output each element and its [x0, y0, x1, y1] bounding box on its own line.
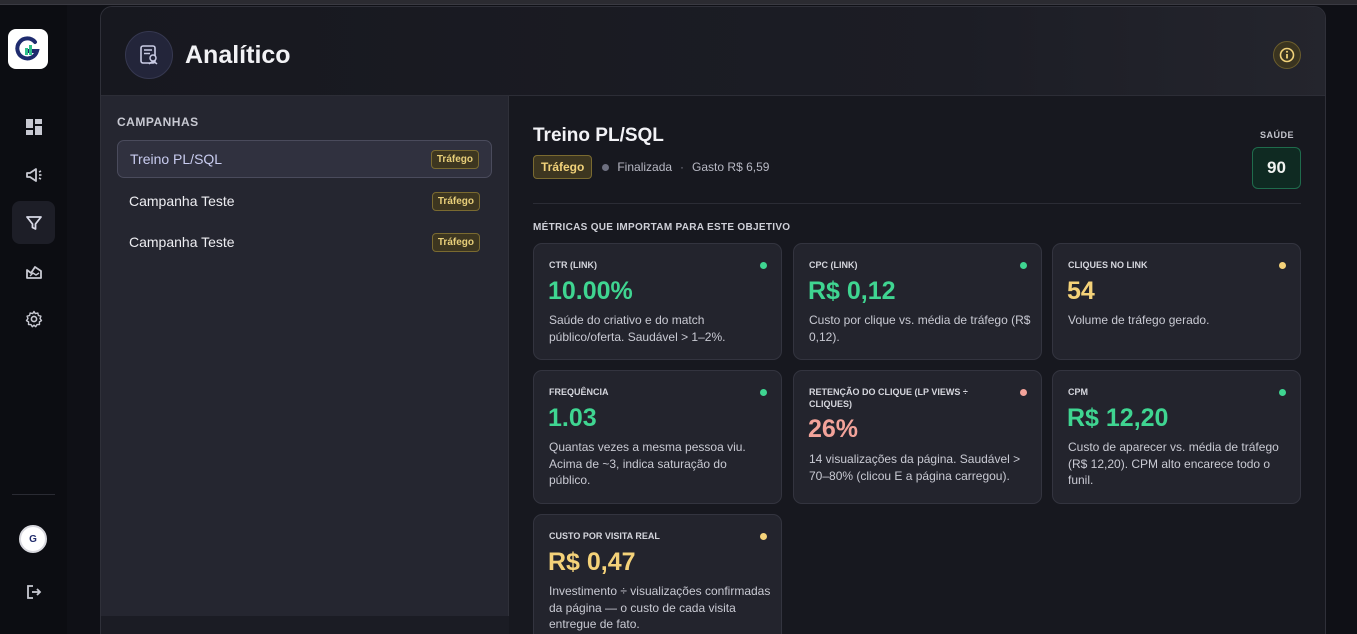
- health-score-badge: 90: [1252, 147, 1301, 189]
- campaign-name: Campanha Teste: [129, 234, 235, 250]
- status-indicator: [1279, 389, 1286, 396]
- dashboard-icon: [25, 118, 42, 135]
- campaign-type-badge: Tráfego: [431, 232, 480, 252]
- metric-description: Custo de aparecer vs. média de tráfego (…: [1068, 440, 1279, 487]
- campaign-item[interactable]: Treino PL/SQL Tráfego: [117, 140, 492, 178]
- nav-campaigns[interactable]: [12, 153, 55, 196]
- metrics-heading: MÉTRICAS QUE IMPORTAM PARA ESTE OBJETIVO: [533, 222, 791, 233]
- metric-card-cpc: CPC (LINK) R$ 0,12 Custo por clique vs. …: [793, 243, 1042, 360]
- sidebar-divider: [12, 494, 55, 495]
- metric-value: 26%: [808, 415, 859, 443]
- metric-value: R$ 0,47: [548, 548, 636, 576]
- metric-description: Quantas vezes a mesma pessoa viu. Acima …: [549, 440, 746, 487]
- campaign-spend: Gasto R$ 6,59: [692, 160, 770, 174]
- metric-card-frequency: FREQUÊNCIA 1.03 Quantas vezes a mesma pe…: [533, 370, 782, 504]
- meta-separator: ·: [680, 160, 685, 174]
- metric-description: 14 visualizações da página. Saudável > 7…: [809, 452, 1021, 483]
- avatar[interactable]: G: [19, 525, 47, 553]
- analytics-report-icon: [125, 31, 173, 79]
- metric-label: CTR (LINK): [549, 260, 597, 270]
- nav-dashboard[interactable]: [12, 105, 55, 148]
- sidebar: G: [0, 5, 67, 634]
- status-indicator: [1020, 262, 1027, 269]
- metric-value: R$ 12,20: [1067, 404, 1169, 432]
- campaign-title: Treino PL/SQL: [533, 125, 664, 146]
- nav-settings[interactable]: [12, 297, 55, 340]
- nav-funnel[interactable]: [12, 201, 55, 244]
- campaign-status: Finalizada: [617, 160, 673, 174]
- metric-label: CPC (LINK): [809, 260, 858, 270]
- metric-value: 10.00%: [548, 277, 633, 305]
- status-indicator: [1279, 262, 1286, 269]
- logout-button[interactable]: [12, 570, 55, 613]
- chart-area-icon: [25, 265, 42, 279]
- campaign-item[interactable]: Campanha Teste Tráfego: [117, 223, 492, 261]
- status-indicator: [760, 262, 767, 269]
- metric-value: R$ 0,12: [808, 277, 896, 305]
- metric-description: Volume de tráfego gerado.: [1068, 313, 1210, 327]
- campaign-list: CAMPANHAS Treino PL/SQL Tráfego Campanha…: [101, 96, 509, 616]
- metric-description: Custo por clique vs. média de tráfego (R…: [809, 313, 1031, 344]
- info-icon: [1279, 47, 1295, 63]
- campaign-list-footer: [101, 616, 509, 634]
- metric-card-clicks: CLIQUES NO LINK 54 Volume de tráfego ger…: [1052, 243, 1301, 360]
- gear-icon: [25, 310, 42, 327]
- status-indicator: [1020, 389, 1027, 396]
- campaign-meta: Tráfego Finalizada · Gasto R$ 6,59: [533, 155, 769, 179]
- campaign-name: Campanha Teste: [129, 193, 235, 209]
- nav-reports[interactable]: [12, 249, 55, 292]
- metric-card-ctr: CTR (LINK) 10.00% Saúde do criativo e do…: [533, 243, 782, 360]
- campaign-type-badge: Tráfego: [431, 191, 480, 211]
- metric-label: CPM: [1068, 387, 1088, 397]
- panel-header: Analítico: [101, 7, 1325, 96]
- analytics-panel: Analítico CAMPANHAS Treino PL/SQL Tráfeg…: [100, 6, 1326, 634]
- funnel-icon: [25, 215, 42, 230]
- page-title: Analítico: [185, 41, 291, 69]
- metric-card-cost-per-visit: CUSTO POR VISITA REAL R$ 0,47 Investimen…: [533, 514, 782, 634]
- metric-description: Saúde do criativo e do match público/ofe…: [549, 313, 726, 344]
- status-indicator: [760, 533, 767, 540]
- metric-card-cpm: CPM R$ 12,20 Custo de aparecer vs. média…: [1052, 370, 1301, 504]
- metric-label: CLIQUES NO LINK: [1068, 260, 1148, 270]
- metric-value: 1.03: [548, 404, 597, 432]
- campaign-type-badge: Tráfego: [430, 149, 479, 169]
- metric-label: CUSTO POR VISITA REAL: [549, 531, 660, 541]
- campaign-item[interactable]: Campanha Teste Tráfego: [117, 182, 492, 220]
- metric-label: RETENÇÃO DO CLIQUE (LP VIEWS ÷ CLIQUES): [809, 387, 968, 409]
- campaign-name: Treino PL/SQL: [130, 151, 223, 167]
- campaign-list-heading: CAMPANHAS: [117, 115, 199, 129]
- window-top-edge: [0, 0, 1357, 5]
- megaphone-icon: [25, 167, 41, 182]
- status-dot: [602, 163, 610, 171]
- campaign-type-badge: Tráfego: [533, 155, 593, 179]
- metric-value: 54: [1067, 277, 1095, 305]
- logout-icon: [26, 584, 41, 599]
- brand-logo-icon[interactable]: [8, 29, 48, 69]
- info-button[interactable]: [1273, 41, 1301, 69]
- health-label: SAÚDE: [1260, 130, 1295, 140]
- campaign-detail: Treino PL/SQL Tráfego Finalizada · Gasto…: [509, 96, 1325, 634]
- detail-divider: [533, 203, 1301, 204]
- metric-card-click-retention: RETENÇÃO DO CLIQUE (LP VIEWS ÷ CLIQUES) …: [793, 370, 1042, 504]
- status-indicator: [760, 389, 767, 396]
- metric-description: Investimento ÷ visualizações confirmadas…: [549, 584, 771, 631]
- metric-label: FREQUÊNCIA: [549, 387, 609, 397]
